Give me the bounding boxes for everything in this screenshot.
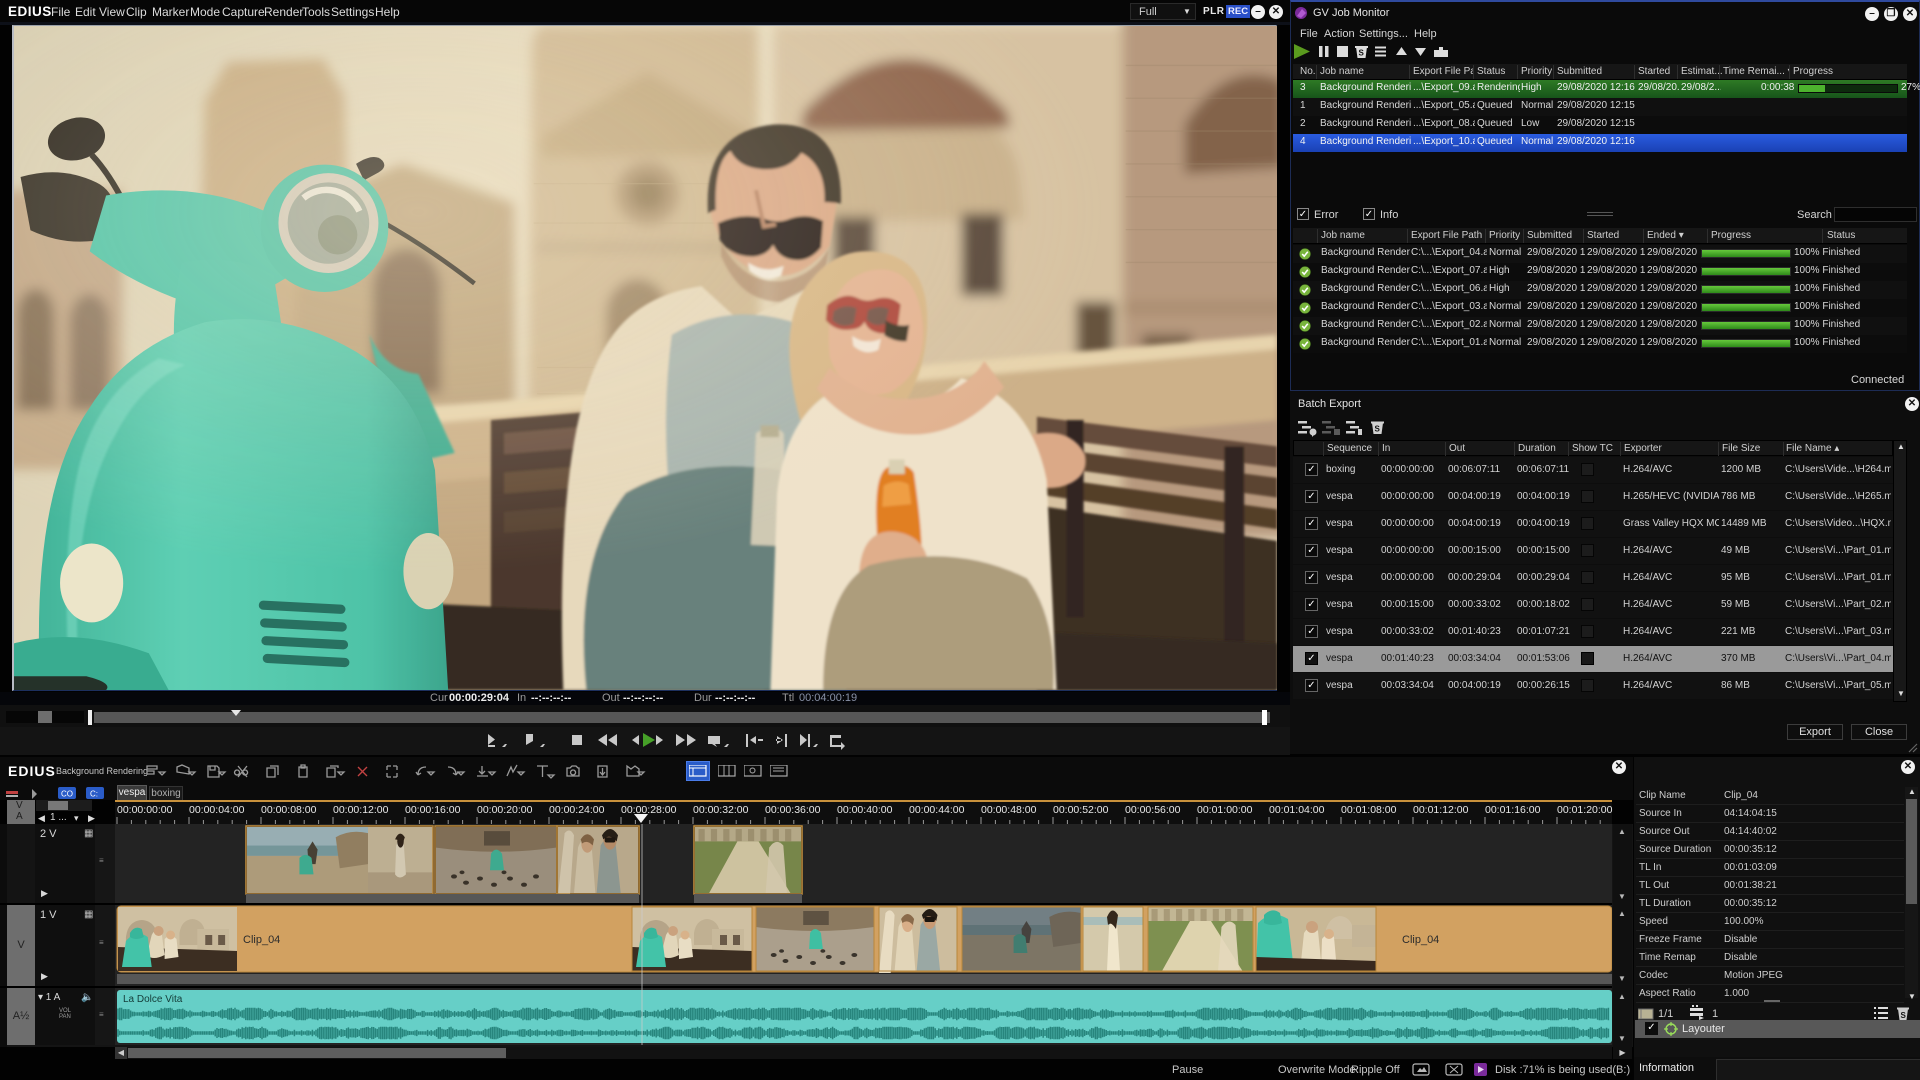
- svg-text:Clip_04: Clip_04: [243, 934, 280, 946]
- svg-text:S: S: [1901, 1011, 1907, 1020]
- svg-text:Clip_04: Clip_04: [1402, 934, 1439, 946]
- svg-text:CO: CO: [61, 790, 73, 799]
- svg-text:C:: C:: [90, 790, 98, 799]
- svg-text:La Dolce Vita: La Dolce Vita: [123, 994, 183, 1005]
- svg-text:S: S: [1375, 425, 1381, 434]
- svg-text:S: S: [1359, 49, 1365, 58]
